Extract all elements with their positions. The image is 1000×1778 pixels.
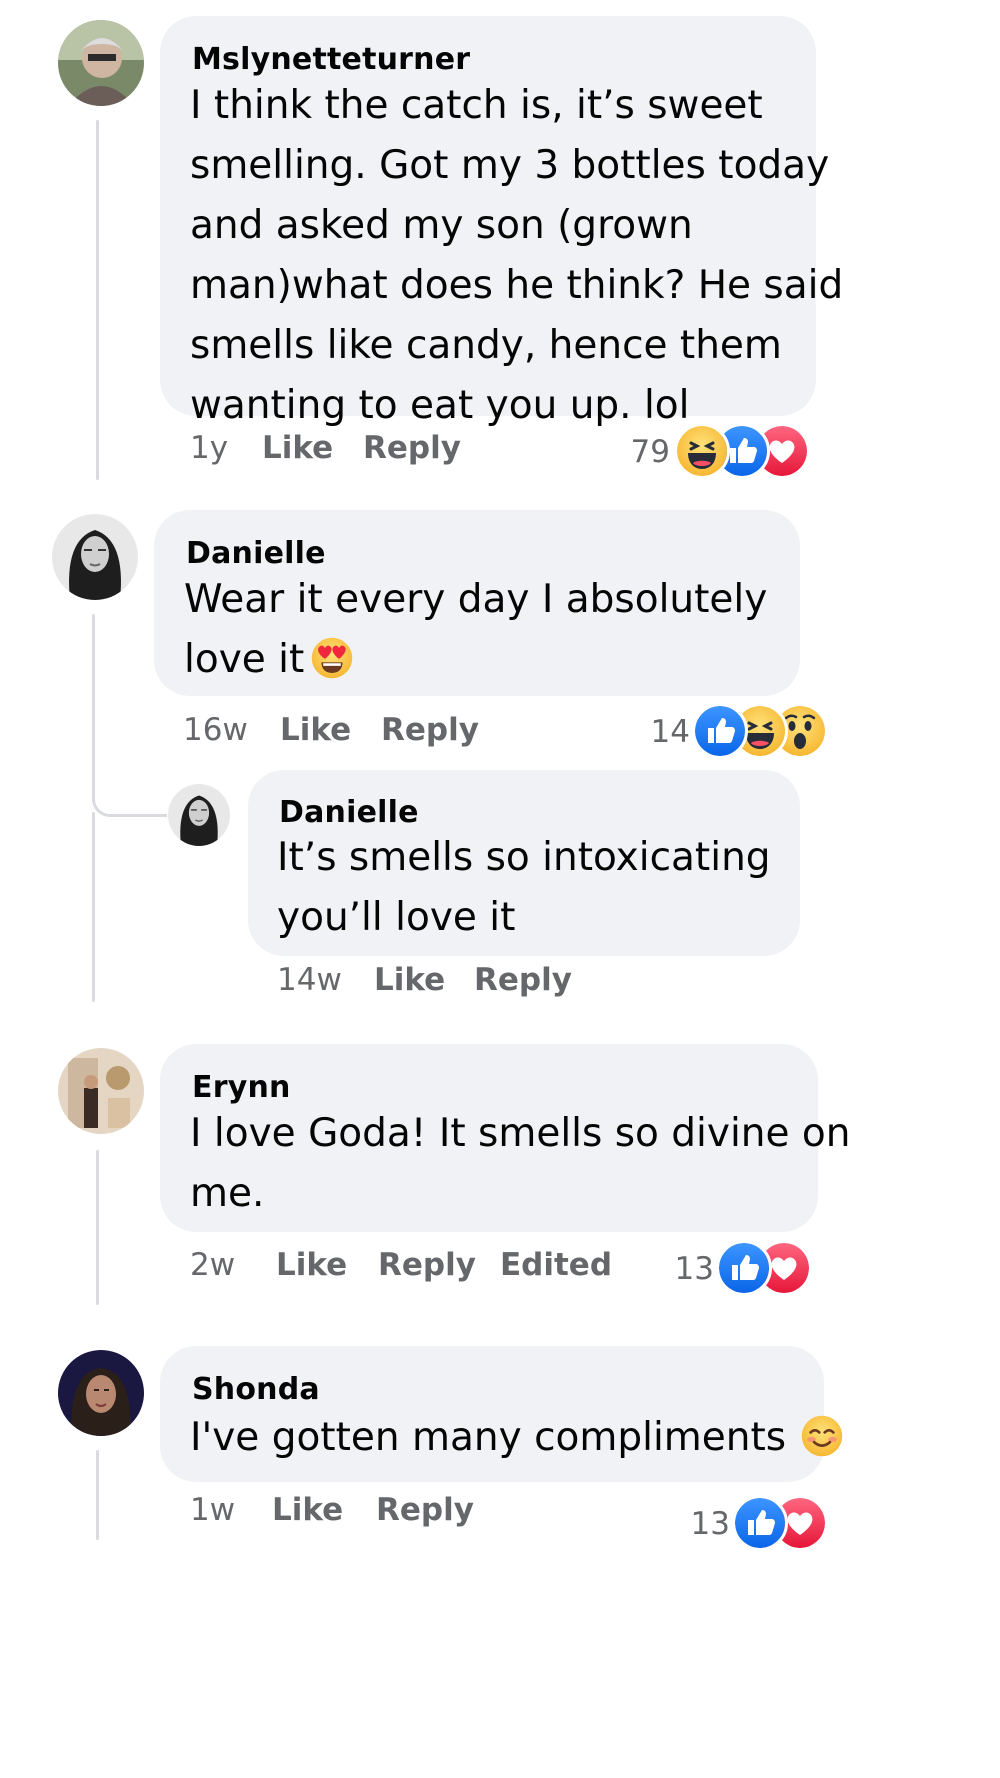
reply-button[interactable]: Reply: [381, 710, 479, 750]
reaction-count[interactable]: 13: [680, 1504, 730, 1544]
comment-text: I love Goda! It smells so divine on me.: [190, 1111, 851, 1216]
comment-author[interactable]: Erynn: [192, 1070, 291, 1106]
comment-timestamp[interactable]: 16w: [183, 710, 248, 750]
comment-text: I think the catch is, it’s sweet smellin…: [190, 83, 844, 428]
haha-icon[interactable]: [674, 423, 730, 479]
reaction-count[interactable]: 79: [620, 432, 670, 472]
edited-label[interactable]: Edited: [500, 1245, 612, 1285]
thread-line: [96, 1150, 99, 1305]
thread-line: [96, 1450, 99, 1540]
reply-button[interactable]: Reply: [376, 1490, 474, 1530]
heart-eyes-emoji-icon: [310, 636, 354, 680]
comment-timestamp[interactable]: 1w: [190, 1490, 235, 1530]
comment-timestamp[interactable]: 2w: [190, 1245, 235, 1285]
reply-connector-line: [92, 790, 167, 817]
like-button[interactable]: Like: [280, 710, 351, 750]
reply-button[interactable]: Reply: [378, 1245, 476, 1285]
reaction-count[interactable]: 14: [640, 712, 690, 752]
comment-text: I've gotten many compliments: [190, 1408, 844, 1468]
avatar[interactable]: [58, 1350, 144, 1436]
avatar[interactable]: [168, 784, 230, 846]
like-button[interactable]: Like: [374, 960, 445, 1000]
smiling-blush-emoji-icon: [800, 1414, 844, 1458]
like-button[interactable]: Like: [276, 1245, 347, 1285]
comment-text: It’s smells so intoxicating you’ll love …: [277, 835, 771, 940]
reply-button[interactable]: Reply: [474, 960, 572, 1000]
like-button[interactable]: Like: [272, 1490, 343, 1530]
avatar[interactable]: [58, 1048, 144, 1134]
comment-author[interactable]: Danielle: [279, 795, 419, 831]
reply-button[interactable]: Reply: [363, 428, 461, 468]
avatar[interactable]: [52, 514, 138, 600]
like-button[interactable]: Like: [262, 428, 333, 468]
reaction-count[interactable]: 13: [664, 1249, 714, 1289]
like-icon[interactable]: [716, 1240, 772, 1296]
thread-line: [96, 120, 99, 480]
comment-timestamp[interactable]: 1y: [190, 428, 228, 468]
comment-author[interactable]: Danielle: [186, 536, 326, 572]
comment-author[interactable]: Mslynetteturner: [192, 42, 470, 78]
like-icon[interactable]: [732, 1495, 788, 1551]
comment-timestamp[interactable]: 14w: [277, 960, 342, 1000]
comment-text: Wear it every day I absolutely love it: [184, 577, 768, 682]
thread-line: [92, 614, 95, 802]
like-icon[interactable]: [692, 703, 748, 759]
comment-author[interactable]: Shonda: [192, 1372, 320, 1408]
thread-line: [92, 812, 95, 1002]
avatar[interactable]: [58, 20, 144, 106]
